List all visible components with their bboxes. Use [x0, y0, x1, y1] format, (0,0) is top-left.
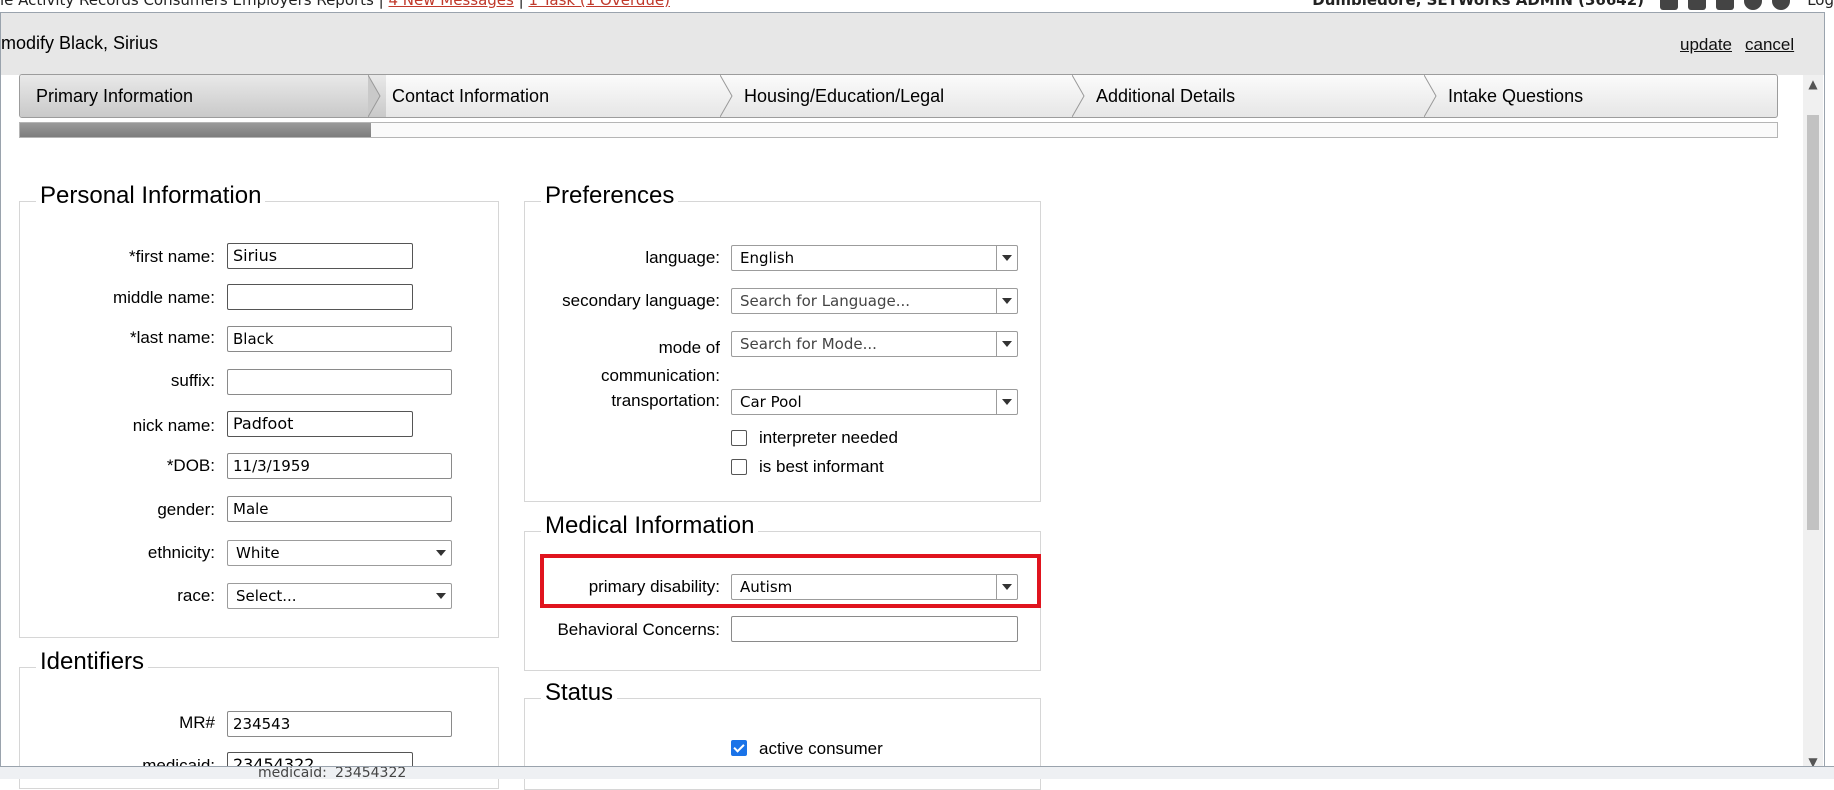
- behavioral-concerns-label: Behavioral Concerns:: [557, 620, 720, 639]
- suffix-field[interactable]: [227, 369, 452, 395]
- chevron-right-icon: [1072, 75, 1085, 117]
- chevron-right-icon: [1424, 75, 1437, 117]
- tab-housing-education-legal[interactable]: Housing/Education/Legal: [744, 75, 1074, 117]
- first-name-field[interactable]: Sirius: [227, 243, 413, 269]
- mr-field[interactable]: 234543: [227, 711, 452, 737]
- transportation-select[interactable]: Car Pool: [731, 389, 1018, 415]
- race-label: race:: [177, 586, 215, 605]
- middle-name-label: middle name:: [112, 288, 215, 307]
- dialog-scrollbar[interactable]: ▲ ▼: [1803, 75, 1823, 772]
- interpreter-needed-checkbox[interactable]: [731, 430, 747, 446]
- cancel-button[interactable]: cancel: [1745, 35, 1794, 55]
- wizard-progress-bar: [19, 122, 1778, 138]
- mode-label-line1: mode of: [658, 338, 720, 357]
- language-value: English: [740, 249, 795, 267]
- chevron-right-icon: [368, 75, 381, 117]
- middle-name-field[interactable]: [227, 284, 413, 310]
- gender-label: gender:: [157, 500, 215, 519]
- app-nav-text[interactable]: le Activity Records Consumers Employers …: [0, 0, 374, 9]
- tab-label: Contact Information: [392, 86, 550, 106]
- mail-icon[interactable]: [1716, 0, 1734, 10]
- chevron-down-icon: [431, 584, 451, 608]
- help-icon[interactable]: [1744, 0, 1762, 10]
- chevron-down-icon: [996, 246, 1017, 270]
- identifiers-legend: Identifiers: [36, 648, 149, 676]
- medical-information-legend: Medical Information: [541, 512, 759, 540]
- ethnicity-label: ethnicity:: [147, 543, 215, 562]
- mr-label: MR#: [179, 713, 215, 732]
- chevron-right-icon: [720, 75, 733, 117]
- secondary-language-label: secondary language:: [562, 291, 720, 310]
- tab-label: Additional Details: [1096, 86, 1236, 106]
- home-icon[interactable]: [1660, 0, 1678, 10]
- tasks-link[interactable]: 1 Task (1 Overdue): [528, 0, 670, 9]
- dob-field[interactable]: 11/3/1959: [227, 453, 452, 479]
- last-name-label: *last name:: [129, 328, 215, 347]
- annotation-highlight-box: [540, 554, 1041, 608]
- suffix-label: suffix:: [170, 371, 215, 390]
- wizard-steps: Primary Information Contact Information …: [19, 74, 1778, 118]
- mode-label-line2: communication:: [600, 366, 720, 385]
- gear-icon[interactable]: [1772, 0, 1790, 10]
- gender-field[interactable]: Male: [227, 496, 452, 522]
- tab-label: Housing/Education/Legal: [744, 86, 945, 106]
- mode-of-communication-label: mode of communication:: [530, 334, 720, 390]
- language-select[interactable]: English: [731, 245, 1018, 271]
- messages-link[interactable]: 4 New Messages: [388, 0, 513, 9]
- active-consumer-label: active consumer: [759, 739, 883, 758]
- tab-label: Primary Information: [36, 86, 194, 106]
- scroll-thumb[interactable]: [1807, 115, 1819, 530]
- ethnicity-value: White: [236, 544, 280, 562]
- best-informant-checkbox[interactable]: [731, 459, 747, 475]
- interpreter-needed-label: interpreter needed: [759, 428, 898, 447]
- chevron-down-icon: [996, 390, 1017, 414]
- app-top-bar: le Activity Records Consumers Employers …: [0, 0, 1834, 12]
- chevron-down-icon: [996, 332, 1017, 356]
- status-legend: Status: [541, 679, 618, 707]
- nick-name-label: nick name:: [132, 416, 215, 435]
- language-label: language:: [645, 248, 720, 267]
- background-medicaid-value: 23454322: [335, 766, 407, 779]
- secondary-language-placeholder: Search for Language...: [740, 292, 911, 310]
- personal-information-legend: Personal Information: [36, 182, 266, 210]
- transportation-value: Car Pool: [740, 393, 802, 411]
- secondary-language-select[interactable]: Search for Language...: [731, 288, 1018, 314]
- dialog-header: modify Black, Sirius update cancel: [1, 13, 1824, 75]
- current-user: Dumbledore, SETWorks ADMIN (36642): [1312, 0, 1644, 9]
- app-nav[interactable]: le Activity Records Consumers Employers …: [0, 0, 670, 9]
- active-consumer-checkbox[interactable]: [731, 740, 747, 756]
- last-name-field[interactable]: Black: [227, 326, 452, 352]
- tab-contact-information[interactable]: Contact Information: [392, 75, 722, 117]
- dob-label: *DOB:: [166, 456, 215, 475]
- behavioral-concerns-field[interactable]: [731, 616, 1018, 642]
- people-icon[interactable]: [1688, 0, 1706, 10]
- background-page-strip: medicaid: 23454322: [0, 766, 1834, 779]
- chevron-down-icon: [431, 541, 451, 565]
- tab-primary-information[interactable]: Primary Information: [20, 75, 386, 117]
- tab-additional-details[interactable]: Additional Details: [1096, 75, 1426, 117]
- chevron-down-icon: [996, 289, 1017, 313]
- background-medicaid-label: medicaid:: [258, 766, 327, 779]
- logout-link[interactable]: Log: [1807, 0, 1834, 9]
- scroll-up-icon[interactable]: ▲: [1806, 77, 1820, 91]
- best-informant-label: is best informant: [759, 457, 884, 476]
- dialog-title: modify Black, Sirius: [1, 33, 159, 53]
- race-select[interactable]: Select...: [227, 583, 452, 609]
- race-value: Select...: [236, 587, 297, 605]
- nick-name-field[interactable]: Padfoot: [227, 411, 413, 437]
- preferences-legend: Preferences: [541, 182, 679, 210]
- transportation-label: transportation:: [611, 391, 720, 410]
- tab-label: Intake Questions: [1448, 86, 1584, 106]
- wizard-progress-fill: [20, 123, 372, 137]
- ethnicity-select[interactable]: White: [227, 540, 452, 566]
- tab-intake-questions[interactable]: Intake Questions: [1448, 75, 1768, 117]
- mode-of-communication-select[interactable]: Search for Mode...: [731, 331, 1018, 357]
- first-name-label: *first name:: [129, 247, 215, 266]
- update-button[interactable]: update: [1680, 35, 1732, 55]
- mode-placeholder: Search for Mode...: [740, 335, 877, 353]
